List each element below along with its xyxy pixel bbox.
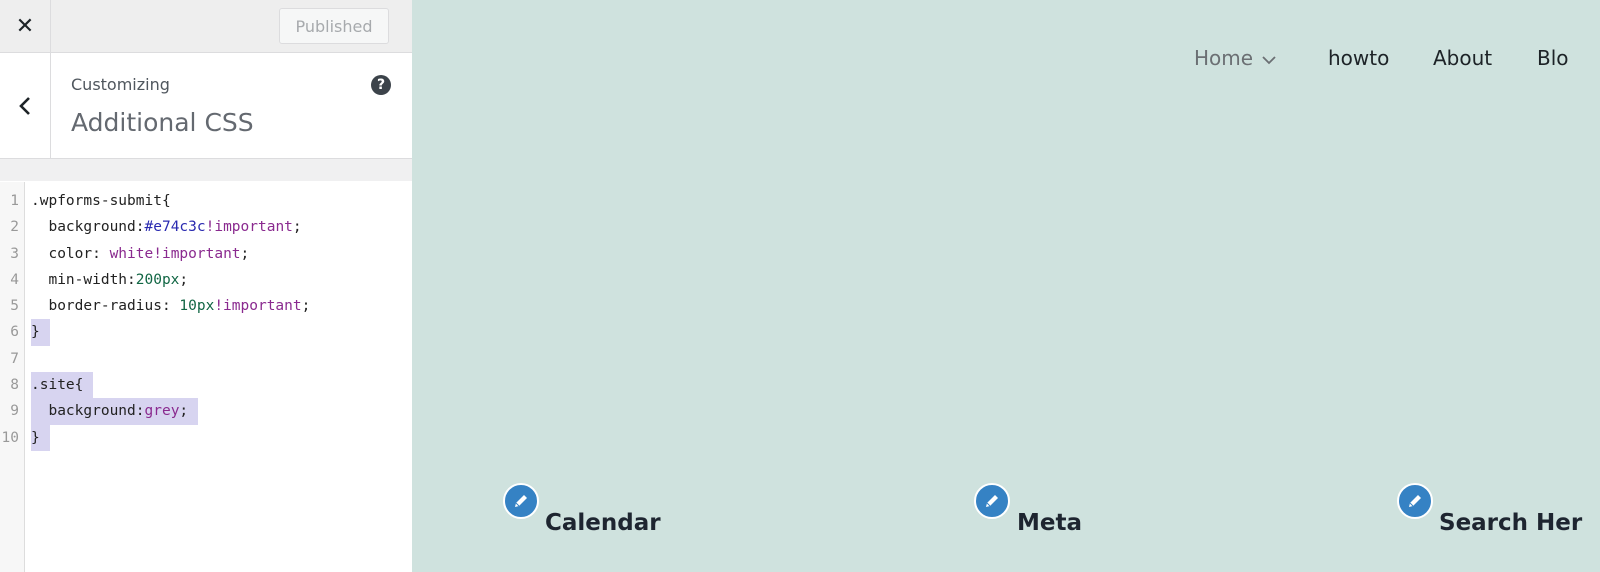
chevron-left-icon xyxy=(19,96,30,115)
code-token: background: xyxy=(31,219,145,236)
code-text: border-radius: 10px!important; xyxy=(31,293,310,319)
divider xyxy=(0,159,412,181)
code-token: } xyxy=(31,324,40,341)
code-token: 10px xyxy=(179,298,215,315)
nav-label: howto xyxy=(1328,46,1390,70)
code-token: color: xyxy=(31,245,110,262)
code-token: #e74c3c xyxy=(144,219,206,236)
back-button[interactable] xyxy=(0,53,51,158)
nav-label: Home xyxy=(1194,46,1254,70)
code-token: ; xyxy=(292,219,302,236)
nav-label: About xyxy=(1433,46,1493,70)
code-token: .site{ xyxy=(31,377,84,394)
code-token: .wpforms-submit{ xyxy=(31,193,171,209)
code-line[interactable]: 6} xyxy=(0,319,412,346)
nav-item-blo[interactable]: Blo xyxy=(1537,46,1569,70)
line-number: 8 xyxy=(10,377,19,394)
code-text: background:#e74c3c!important; xyxy=(31,214,302,240)
code-line[interactable]: 8 .site{ xyxy=(0,372,412,399)
code-line[interactable]: 2 background:#e74c3c!important; xyxy=(0,214,412,240)
line-number: 4 xyxy=(10,271,19,288)
nav-item-howto[interactable]: howto xyxy=(1328,46,1389,70)
pencil-icon xyxy=(515,495,527,507)
code-text: min-width:200px; xyxy=(31,267,188,293)
code-token: !important xyxy=(205,219,293,236)
line-number: 2 xyxy=(10,219,19,236)
line-number: 1 xyxy=(10,193,19,209)
nav-item-about[interactable]: About xyxy=(1433,46,1492,70)
code-token: ; xyxy=(240,245,250,262)
code-line[interactable]: 1 .wpforms-submit{ xyxy=(0,188,412,214)
line-number: 5 xyxy=(10,298,19,315)
code-token: border-radius: xyxy=(31,298,180,315)
code-token: ; xyxy=(179,403,189,420)
edit-widget-button[interactable] xyxy=(1397,483,1433,519)
code-token: !important xyxy=(214,298,302,315)
line-number: 3 xyxy=(10,245,19,262)
line-number: 6 xyxy=(10,324,19,341)
chevron-down-icon xyxy=(1261,46,1277,70)
code-line[interactable]: 10} xyxy=(0,424,412,451)
nav-label: Blo xyxy=(1537,46,1569,70)
nav-item-home[interactable]: Home xyxy=(1194,46,1277,70)
line-number: 10 xyxy=(1,429,19,446)
code-token: } xyxy=(31,429,40,446)
customizing-label: Customizing xyxy=(71,75,170,94)
pencil-icon xyxy=(986,495,998,507)
pencil-icon xyxy=(1409,495,1421,507)
code-token: grey xyxy=(144,403,180,420)
code-text: } xyxy=(31,424,50,451)
code-line[interactable]: 4 min-width:200px; xyxy=(0,267,412,293)
code-token: 200px xyxy=(135,271,180,288)
code-token: !important xyxy=(153,245,241,262)
code-token: ; xyxy=(301,298,311,315)
close-button[interactable]: ✕ xyxy=(0,0,51,52)
publish-button[interactable]: Published xyxy=(279,8,389,44)
code-text: } xyxy=(31,319,50,346)
edit-widget-button[interactable] xyxy=(503,483,539,519)
customizer-sidebar: ✕ Published Customizing Additional CSS ?… xyxy=(0,0,412,572)
code-text: .site{ xyxy=(31,372,94,399)
customizer-topbar: ✕ Published xyxy=(0,0,412,53)
section-header: Customizing Additional CSS ? xyxy=(0,53,412,159)
code-text: .wpforms-submit{ xyxy=(31,188,171,214)
line-number: 9 xyxy=(10,403,19,420)
section-title: Additional CSS xyxy=(71,108,254,137)
widget-title: Meta xyxy=(1017,510,1083,536)
code-text: color: white!important; xyxy=(31,241,249,267)
css-code-editor[interactable]: 1 .wpforms-submit{2 background:#e74c3c!im… xyxy=(0,182,412,572)
code-line[interactable]: 9 background:grey; xyxy=(0,398,412,425)
code-text: background:grey; xyxy=(31,398,199,425)
widget-title: Calendar xyxy=(545,510,661,536)
line-number: 7 xyxy=(10,350,19,367)
code-line[interactable]: 3 color: white!important; xyxy=(0,241,412,267)
code-line[interactable]: 7 xyxy=(0,346,412,372)
edit-widget-button[interactable] xyxy=(974,483,1010,519)
help-icon[interactable]: ? xyxy=(371,75,391,95)
code-token: white xyxy=(109,245,154,262)
widget-title: Search Her xyxy=(1439,510,1583,536)
code-token: ; xyxy=(179,271,189,288)
close-icon: ✕ xyxy=(15,13,35,39)
code-token: min-width: xyxy=(31,271,136,288)
code-token: background: xyxy=(31,403,145,420)
code-line[interactable]: 5 border-radius: 10px!important; xyxy=(0,293,412,319)
